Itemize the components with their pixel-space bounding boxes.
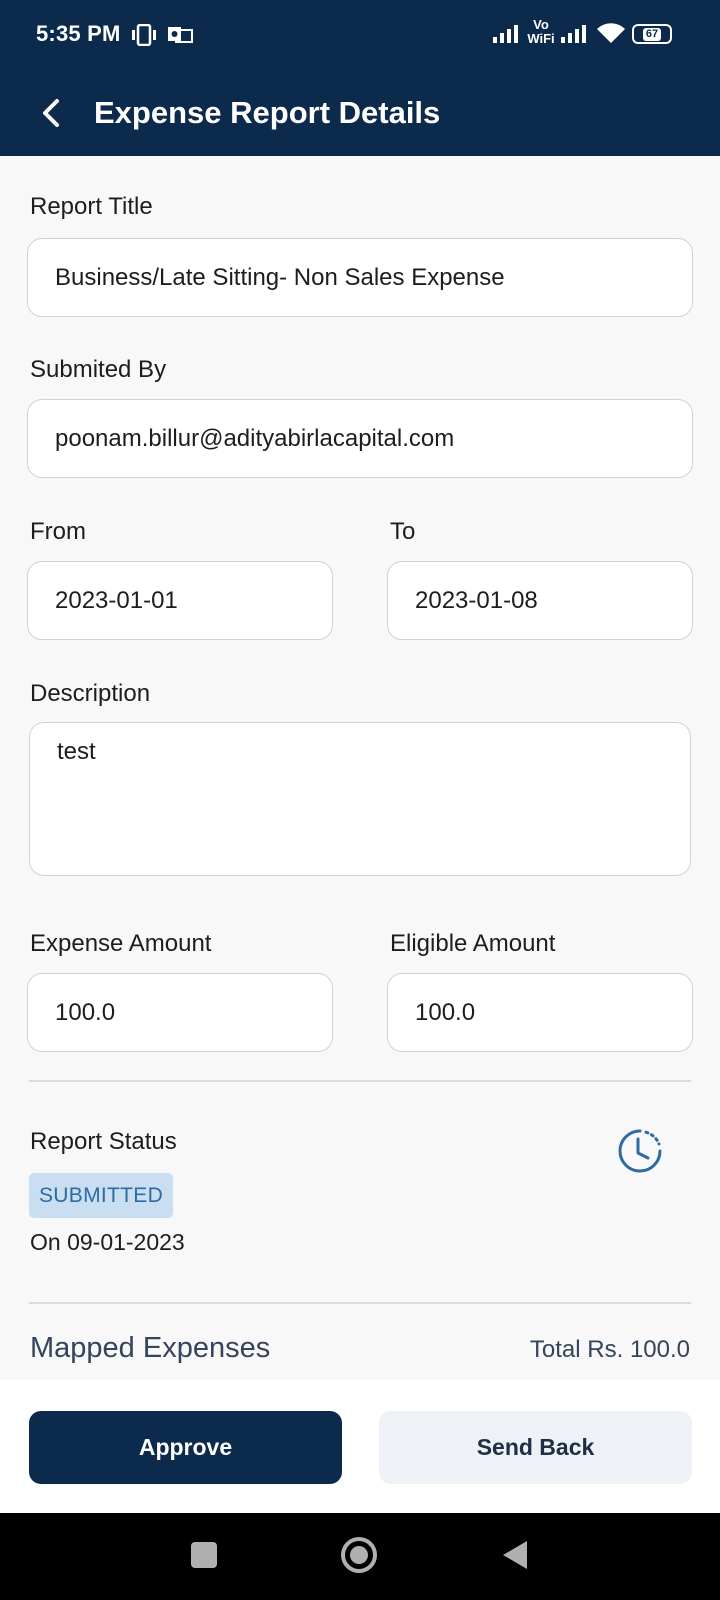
- report-status-label: Report Status: [30, 1128, 177, 1155]
- clock-history-icon[interactable]: [616, 1127, 664, 1175]
- chevron-left-icon: [43, 99, 59, 127]
- report-title-value: Business/Late Sitting- Non Sales Expense: [55, 263, 505, 291]
- expense-amount-label: Expense Amount: [30, 930, 212, 957]
- divider: [29, 1080, 691, 1082]
- back-icon[interactable]: [500, 1539, 530, 1571]
- description-label: Description: [30, 680, 151, 707]
- submitted-by-field[interactable]: poonam.billur@adityabirlacapital.com: [27, 399, 693, 478]
- vowifi-icon: Vo WiFi: [526, 18, 556, 50]
- mapped-expenses-total: Total Rs. 100.0: [529, 1336, 690, 1363]
- status-time: 5:35 PM: [36, 21, 121, 46]
- app-bar: Expense Report Details: [0, 70, 720, 156]
- to-label: To: [390, 518, 416, 545]
- home-icon[interactable]: [339, 1535, 379, 1575]
- eligible-amount-value: 100.0: [415, 998, 476, 1026]
- report-title-field[interactable]: Business/Late Sitting- Non Sales Expense: [27, 238, 693, 317]
- battery-icon: 67: [632, 24, 672, 44]
- signal-icon: [561, 25, 586, 43]
- recents-icon[interactable]: [191, 1542, 217, 1568]
- expense-amount-field[interactable]: 100.0: [27, 973, 333, 1052]
- to-date-value: 2023-01-08: [415, 586, 538, 614]
- expense-amount-value: 100.0: [55, 998, 116, 1026]
- status-bar: 5:35 PM Vo WiFi 67: [0, 0, 720, 70]
- description-value: test: [57, 738, 96, 765]
- vowifi-bottom: WiFi: [527, 31, 555, 46]
- report-title-label: Report Title: [30, 193, 153, 220]
- approve-button[interactable]: Approve: [29, 1411, 342, 1484]
- vowifi-top: Vo: [533, 17, 549, 32]
- divider: [29, 1302, 691, 1304]
- outlook-icon: [168, 27, 193, 43]
- submitted-by-value: poonam.billur@adityabirlacapital.com: [55, 424, 455, 452]
- status-badge: SUBMITTED: [29, 1173, 174, 1218]
- wifi-icon: [597, 23, 625, 43]
- description-field[interactable]: test: [29, 722, 691, 876]
- back-button[interactable]: [30, 88, 80, 138]
- system-nav-bar: [0, 1513, 720, 1600]
- to-date-field[interactable]: 2023-01-08: [387, 561, 693, 640]
- eligible-amount-label: Eligible Amount: [390, 930, 556, 957]
- send-back-button[interactable]: Send Back: [379, 1411, 692, 1484]
- status-date: On 09-01-2023: [30, 1229, 185, 1255]
- action-bar: Approve Send Back: [0, 1380, 720, 1513]
- submitted-by-label: Submited By: [30, 356, 167, 383]
- page-title: Expense Report Details: [94, 95, 441, 130]
- mapped-expenses-title: Mapped Expenses: [30, 1332, 271, 1364]
- eligible-amount-field[interactable]: 100.0: [387, 973, 693, 1052]
- from-date-field[interactable]: 2023-01-01: [27, 561, 333, 640]
- from-date-value: 2023-01-01: [55, 586, 178, 614]
- battery-level: 67: [642, 27, 662, 41]
- from-label: From: [30, 518, 86, 545]
- vibrate-icon: [132, 24, 156, 46]
- signal-icon: [493, 25, 518, 43]
